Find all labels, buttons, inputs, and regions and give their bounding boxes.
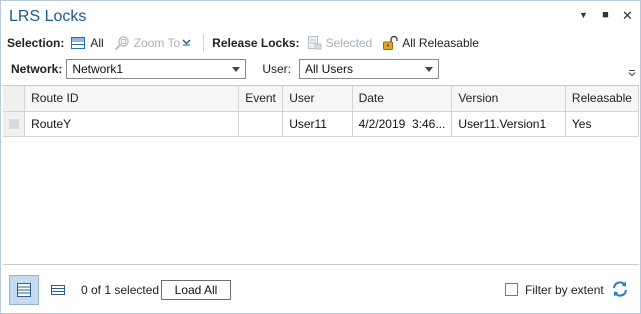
list-view-button[interactable] bbox=[43, 275, 73, 305]
cell-route-id[interactable]: RouteY bbox=[24, 111, 240, 137]
table-select-icon bbox=[70, 35, 86, 51]
cell-event[interactable] bbox=[238, 111, 284, 137]
locks-table: Route ID Event User Date Version Releasa… bbox=[3, 85, 640, 265]
filter-by-extent-label: Filter by extent bbox=[525, 283, 604, 297]
column-header-user[interactable]: User bbox=[282, 86, 353, 112]
network-select[interactable]: Network1 bbox=[66, 59, 247, 79]
user-value: All Users bbox=[305, 62, 354, 76]
zoom-to-label: Zoom To bbox=[133, 36, 181, 50]
column-header-version[interactable]: Version bbox=[451, 86, 566, 112]
table-view-icon bbox=[16, 282, 32, 298]
unlock-icon bbox=[382, 35, 398, 51]
refresh-icon bbox=[613, 281, 627, 297]
select-all-button[interactable]: All bbox=[70, 35, 104, 51]
filter-by-extent-checkbox[interactable] bbox=[505, 283, 518, 296]
release-all-label: All Releasable bbox=[402, 36, 479, 50]
footer-bar: 0 of 1 selected Load All Filter by exten… bbox=[1, 271, 640, 311]
selection-count: 0 of 1 selected bbox=[81, 283, 160, 297]
network-label: Network: bbox=[11, 62, 63, 76]
table-view-button[interactable] bbox=[9, 275, 39, 305]
pane-title: LRS Locks bbox=[9, 8, 87, 25]
cell-date[interactable]: 4/2/2019 3:46... bbox=[352, 111, 453, 137]
zoom-to-button[interactable]: Zoom To bbox=[114, 35, 180, 51]
user-select[interactable]: All Users bbox=[299, 59, 440, 79]
chevron-down-icon bbox=[232, 67, 241, 72]
pane-menu-icon[interactable]: ▼ bbox=[577, 9, 590, 22]
table-header-row: Route ID Event User Date Version Releasa… bbox=[3, 86, 640, 112]
title-controls: ▼ ■ ✕ bbox=[577, 9, 634, 22]
release-selected-button[interactable]: Selected bbox=[306, 35, 373, 51]
cell-releasable[interactable]: Yes bbox=[565, 111, 640, 137]
cell-user[interactable]: User11 bbox=[282, 111, 353, 137]
cell-version[interactable]: User11.Version1 bbox=[451, 111, 566, 137]
zoom-to-dropdown-icon[interactable] bbox=[182, 38, 191, 48]
row-header-corner[interactable] bbox=[3, 86, 26, 112]
toolbar-separator bbox=[203, 34, 205, 52]
close-icon[interactable]: ✕ bbox=[621, 9, 634, 22]
load-all-button[interactable]: Load All bbox=[161, 280, 231, 300]
maximize-icon[interactable]: ■ bbox=[599, 9, 612, 22]
zoom-to-icon bbox=[114, 35, 130, 51]
release-selected-label: Selected bbox=[325, 36, 373, 50]
toolbar: Selection: All Zoom To Release Locks: Se… bbox=[7, 34, 489, 52]
chevron-down-icon bbox=[425, 67, 434, 72]
refresh-button[interactable] bbox=[611, 280, 629, 298]
title-bar: LRS Locks ▼ ■ ✕ bbox=[1, 1, 640, 31]
selection-label: Selection: bbox=[7, 36, 65, 50]
filter-row: Network: Network1 User: All Users bbox=[11, 59, 440, 79]
column-header-event[interactable]: Event bbox=[238, 86, 284, 112]
release-locks-label: Release Locks: bbox=[212, 36, 300, 50]
select-all-label: All bbox=[90, 36, 104, 50]
network-value: Network1 bbox=[72, 62, 124, 76]
column-header-date[interactable]: Date bbox=[352, 86, 453, 112]
column-header-route-id[interactable]: Route ID bbox=[24, 86, 240, 112]
table-row[interactable]: RouteY User11 4/2/2019 3:46... User11.Ve… bbox=[3, 111, 640, 137]
user-label: User: bbox=[262, 62, 292, 76]
lrs-locks-pane: LRS Locks ▼ ■ ✕ Selection: All Zoom To R… bbox=[0, 0, 641, 314]
release-selected-icon bbox=[306, 35, 322, 51]
release-all-button[interactable]: All Releasable bbox=[382, 35, 479, 51]
toolbar-overflow-icon[interactable] bbox=[628, 69, 636, 79]
row-selector[interactable] bbox=[3, 111, 26, 137]
list-view-icon bbox=[50, 282, 66, 298]
column-header-releasable[interactable]: Releasable bbox=[565, 86, 640, 112]
row-marker-icon bbox=[8, 118, 19, 129]
